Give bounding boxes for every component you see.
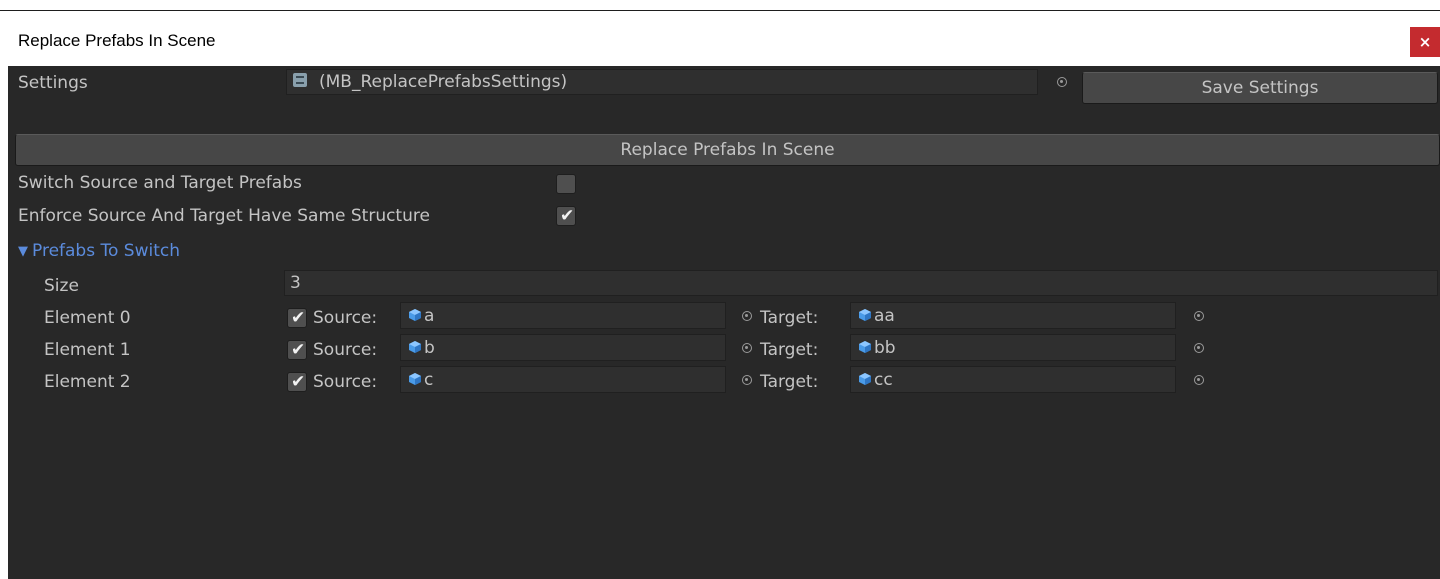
prefab-cube-icon bbox=[859, 373, 871, 385]
checkmark-icon: ✔ bbox=[291, 340, 306, 360]
foldout-arrow-icon: ▼ bbox=[18, 244, 28, 259]
source-object-field[interactable]: a bbox=[400, 302, 726, 329]
prefabs-foldout[interactable]: ▼ Prefabs To Switch bbox=[18, 241, 180, 263]
replace-prefabs-button[interactable]: Replace Prefabs In Scene bbox=[15, 134, 1440, 166]
checkmark-icon: ✔ bbox=[291, 372, 306, 392]
settings-object-value: (MB_ReplacePrefabsSettings) bbox=[319, 72, 568, 92]
save-settings-label: Save Settings bbox=[1201, 78, 1319, 98]
source-object-value: a bbox=[424, 306, 435, 326]
source-object-field[interactable]: c bbox=[400, 366, 726, 393]
enforce-structure-checkbox[interactable]: ✔ bbox=[556, 206, 576, 226]
enforce-structure-label: Enforce Source And Target Have Same Stru… bbox=[18, 206, 430, 226]
save-settings-button[interactable]: Save Settings bbox=[1082, 72, 1438, 104]
target-object-field[interactable]: bb bbox=[850, 334, 1176, 361]
target-label: Target: bbox=[760, 308, 819, 328]
prefab-cube-icon bbox=[859, 341, 871, 353]
element-label: Element 0 bbox=[44, 308, 131, 328]
title-bar: Replace Prefabs In Scene bbox=[0, 11, 1440, 66]
checkmark-icon: ✔ bbox=[560, 206, 575, 226]
source-object-value: b bbox=[424, 338, 435, 358]
prefab-cube-icon bbox=[409, 341, 421, 353]
settings-label: Settings bbox=[18, 73, 88, 93]
replace-prefabs-label: Replace Prefabs In Scene bbox=[620, 140, 835, 160]
target-object-value: bb bbox=[874, 338, 896, 358]
target-object-field[interactable]: aa bbox=[850, 302, 1176, 329]
prefab-cube-icon bbox=[859, 309, 871, 321]
checkmark-icon: ✔ bbox=[291, 308, 306, 328]
scriptable-object-icon bbox=[293, 73, 307, 87]
size-label: Size bbox=[44, 276, 79, 296]
target-picker-icon[interactable] bbox=[1194, 375, 1204, 385]
source-label: Source: bbox=[313, 308, 378, 328]
prefab-cube-icon bbox=[409, 373, 421, 385]
settings-picker-icon[interactable] bbox=[1057, 77, 1067, 87]
close-icon: × bbox=[1418, 33, 1432, 51]
source-label: Source: bbox=[313, 340, 378, 360]
source-object-field[interactable]: b bbox=[400, 334, 726, 361]
element-enabled-checkbox[interactable]: ✔ bbox=[287, 372, 307, 392]
switch-prefabs-label: Switch Source and Target Prefabs bbox=[18, 173, 302, 193]
prefab-cube-icon bbox=[409, 309, 421, 321]
element-label: Element 1 bbox=[44, 340, 131, 360]
source-picker-icon[interactable] bbox=[742, 343, 752, 353]
target-object-field[interactable]: cc bbox=[850, 366, 1176, 393]
prefabs-foldout-label: Prefabs To Switch bbox=[32, 241, 180, 261]
target-picker-icon[interactable] bbox=[1194, 311, 1204, 321]
source-picker-icon[interactable] bbox=[742, 311, 752, 321]
element-enabled-checkbox[interactable]: ✔ bbox=[287, 308, 307, 328]
close-button[interactable]: × bbox=[1410, 27, 1440, 57]
target-object-value: aa bbox=[874, 306, 895, 326]
inspector-panel: Settings (MB_ReplacePrefabsSettings) Sav… bbox=[8, 66, 1440, 579]
target-object-value: cc bbox=[874, 370, 893, 390]
switch-prefabs-checkbox[interactable] bbox=[556, 174, 576, 194]
source-picker-icon[interactable] bbox=[742, 375, 752, 385]
element-enabled-checkbox[interactable]: ✔ bbox=[287, 340, 307, 360]
size-input[interactable]: 3 bbox=[284, 270, 1438, 296]
window-title: Replace Prefabs In Scene bbox=[18, 31, 216, 50]
source-object-value: c bbox=[424, 370, 434, 390]
target-picker-icon[interactable] bbox=[1194, 343, 1204, 353]
settings-object-field[interactable]: (MB_ReplacePrefabsSettings) bbox=[286, 69, 1038, 95]
source-label: Source: bbox=[313, 372, 378, 392]
target-label: Target: bbox=[760, 372, 819, 392]
target-label: Target: bbox=[760, 340, 819, 360]
size-value: 3 bbox=[290, 273, 301, 293]
element-label: Element 2 bbox=[44, 372, 131, 392]
